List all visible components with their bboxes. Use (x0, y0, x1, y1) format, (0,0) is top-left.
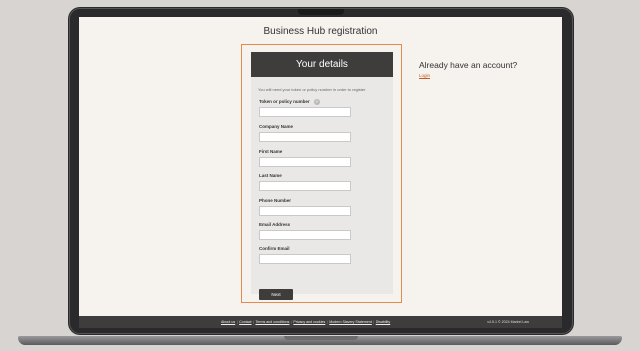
footer-separator: | (236, 320, 238, 324)
footer-version: v4.5.1 © 2024 Markel Law (487, 320, 529, 324)
footer: About us | Contact | Terms and conditions | Pr… (79, 316, 562, 328)
first-name-input[interactable] (259, 157, 351, 167)
camera-notch (298, 9, 344, 15)
login-link[interactable]: Login (419, 73, 430, 78)
footer-separator: | (290, 320, 292, 324)
last-name-label: Last Name (259, 173, 282, 178)
account-heading: Already have an account? (419, 60, 518, 70)
footer-link-disability[interactable]: Disability (376, 320, 390, 324)
laptop-hinge (284, 336, 358, 340)
last-name-input[interactable] (259, 181, 351, 191)
help-icon[interactable]: ? (313, 99, 320, 105)
footer-separator: | (253, 320, 254, 324)
email-address-label: Email Address (259, 222, 291, 227)
confirm-email-input[interactable] (259, 254, 351, 264)
form-header: Your details (251, 52, 393, 77)
footer-link-modern-slavery[interactable]: Modern Slavery Statement (329, 320, 372, 324)
next-button[interactable]: Next (259, 289, 293, 300)
company-name-label: Company Name (259, 124, 294, 129)
token-label: Token or policy number? (259, 99, 320, 105)
confirm-email-label: Confirm Email (259, 246, 290, 251)
footer-link-terms[interactable]: Terms and conditions (255, 320, 289, 324)
registration-form: Your details You will need your token or… (251, 52, 393, 300)
form-intro-text: You will need your token or policy numbe… (258, 87, 366, 92)
phone-number-label: Phone Number (259, 198, 292, 203)
company-name-input[interactable] (259, 132, 351, 142)
footer-separator: | (326, 320, 328, 324)
first-name-label: First Name (259, 149, 283, 154)
token-input[interactable] (259, 107, 351, 117)
screen: Business Hub registration Your details Y… (79, 17, 562, 328)
footer-separator: | (373, 320, 375, 324)
footer-links: About us | Contact | Terms and conditions | Pr… (221, 316, 390, 328)
phone-number-input[interactable] (259, 206, 351, 216)
footer-link-privacy[interactable]: Privacy and cookies (293, 320, 325, 324)
email-address-input[interactable] (259, 230, 351, 240)
footer-link-contact[interactable]: Contact (239, 320, 251, 324)
page-title: Business Hub registration (263, 26, 378, 37)
footer-link-about[interactable]: About us (221, 320, 235, 324)
